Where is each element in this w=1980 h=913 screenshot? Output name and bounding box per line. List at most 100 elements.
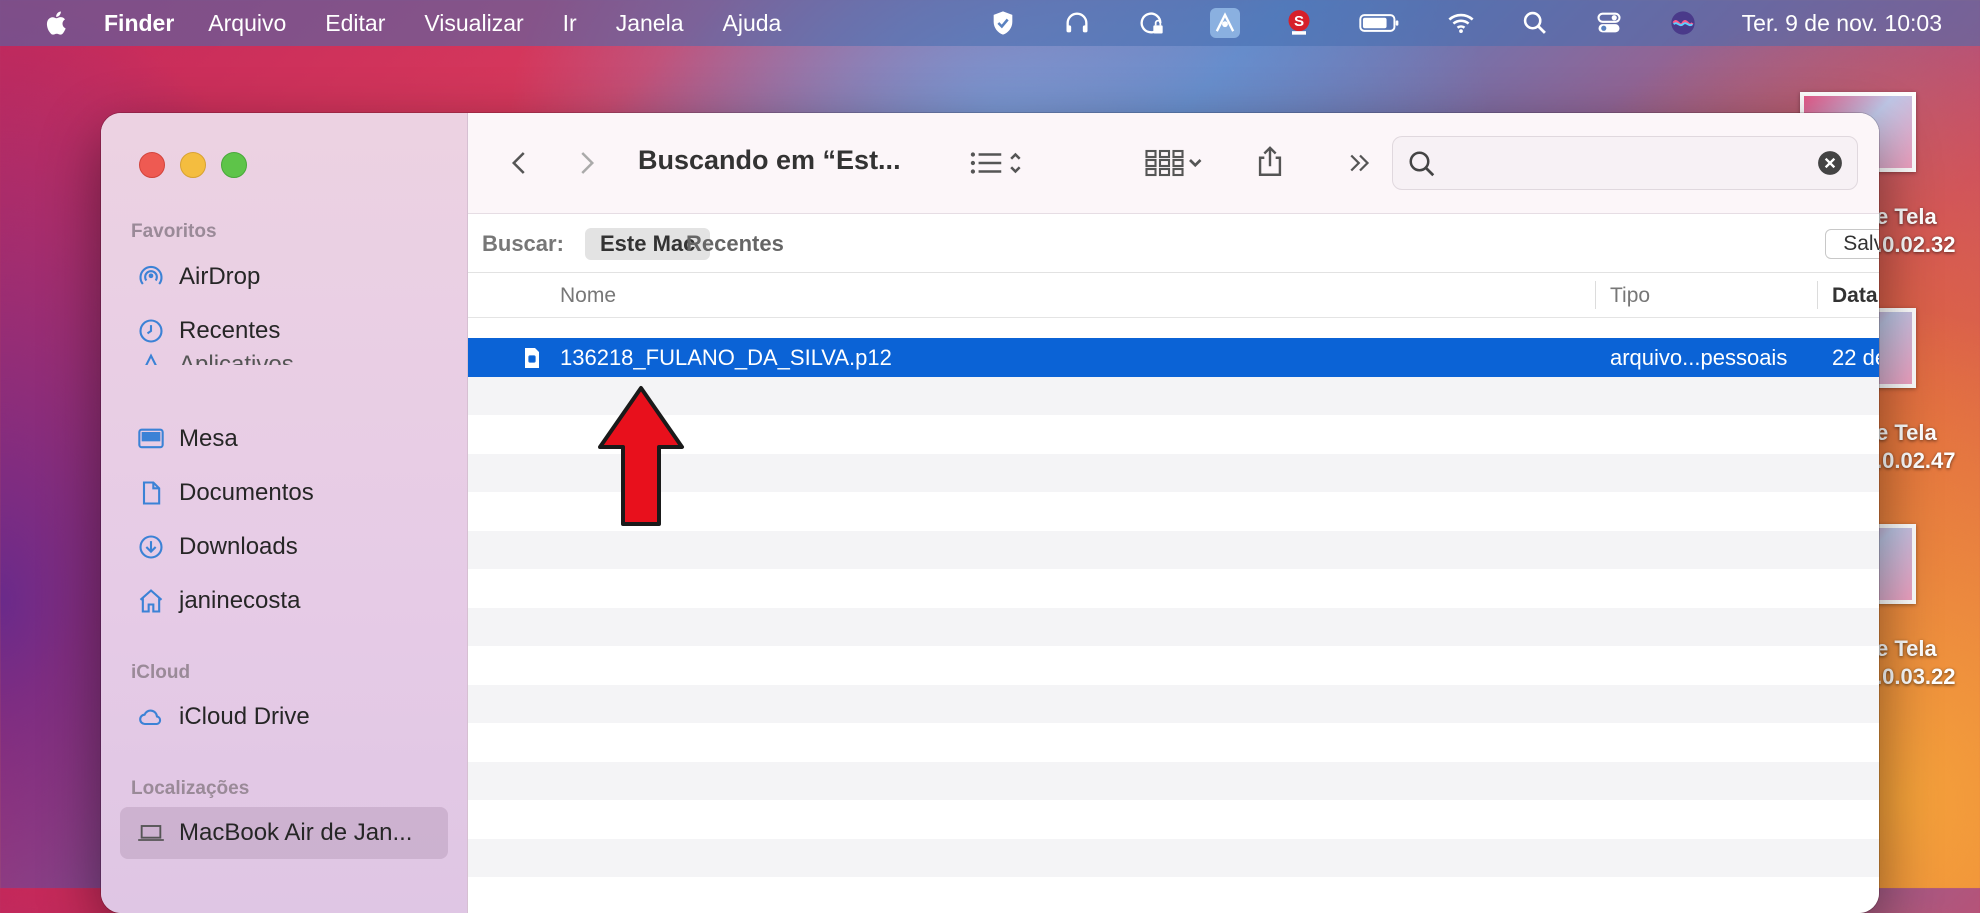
wifi-icon[interactable] <box>1446 8 1476 38</box>
list-view-icon <box>970 152 1021 174</box>
apple-menu-icon[interactable] <box>42 8 72 38</box>
column-header: Nome Tipo Data da Última <box>468 273 1879 318</box>
apps-icon <box>145 353 157 365</box>
cloud-icon <box>139 709 162 726</box>
clear-search-icon[interactable] <box>1817 150 1843 176</box>
list-row-empty <box>468 569 1879 608</box>
menu-editar[interactable]: Editar <box>325 10 385 37</box>
menu-clock[interactable]: Ter. 9 de nov. 10:03 <box>1742 10 1942 37</box>
file-kind: arquivo...pessoais <box>1610 345 1788 370</box>
toolbar: Buscando em “Est... <box>468 113 1879 214</box>
status-area: S Ter. 9 de nov. 10:03 <box>988 0 1980 46</box>
file-date: 22 de outubro <box>1832 345 1879 370</box>
share-icon <box>1258 146 1282 176</box>
sidebar-item-home[interactable]: janinecosta <box>137 581 300 621</box>
home-icon <box>139 589 163 613</box>
airdrop-icon <box>139 265 163 285</box>
sidebar-item-label: MacBook Air de Jan... <box>179 819 413 846</box>
search-icon <box>1409 151 1435 177</box>
menu-arquivo[interactable]: Arquivo <box>208 10 286 37</box>
sidebar-section-favoritos: Favoritos <box>131 221 217 242</box>
sidebar-item-label: Documentos <box>179 479 314 506</box>
column-date-header[interactable]: Data da Última <box>1832 284 1879 308</box>
sidebar-section-icloud: iCloud <box>131 662 191 683</box>
list-row-empty <box>468 723 1879 762</box>
desktop-item-label[interactable]: e Tela .0.03.22 <box>1876 635 1956 691</box>
certificate-file-icon <box>525 348 539 368</box>
sidebar-item-label: Downloads <box>179 533 298 560</box>
spotlight-search-icon[interactable] <box>1520 8 1550 38</box>
sidebar-item-label: Recentes <box>179 317 281 344</box>
window-controls <box>139 152 262 178</box>
download-icon <box>139 535 163 559</box>
column-divider[interactable] <box>1817 281 1818 309</box>
finder-window: Favoritos AirDrop Recentes Aplicativos M… <box>101 113 1879 913</box>
window-title: Buscando em “Est... <box>638 145 901 175</box>
chevron-left-icon <box>511 152 525 174</box>
sidebar-item-label: Mesa <box>179 425 238 452</box>
table-row[interactable]: 136218_FULANO_DA_SILVA.p12 arquivo...pes… <box>468 338 1879 377</box>
list-row-empty <box>468 838 1879 877</box>
group-button[interactable] <box>1140 143 1210 183</box>
more-toolbar-button[interactable] <box>1340 143 1380 183</box>
sidebar-item-icloud-drive[interactable]: iCloud Drive <box>137 697 310 737</box>
sidebar-item-downloads[interactable]: Downloads <box>137 527 298 567</box>
list-row-empty <box>468 800 1879 839</box>
sidebar-item-recentes[interactable]: Recentes <box>137 311 280 351</box>
list-row-empty <box>468 530 1879 569</box>
chevron-right-icon <box>581 152 595 174</box>
laptop-icon <box>138 825 164 841</box>
screenshot-tool-icon[interactable] <box>1209 8 1240 38</box>
column-kind-header[interactable]: Tipo <box>1610 284 1650 308</box>
back-button[interactable] <box>500 143 540 183</box>
close-window-button[interactable] <box>139 152 165 178</box>
menu-app-name[interactable]: Finder <box>104 10 174 37</box>
sidebar-item-airdrop[interactable]: AirDrop <box>137 257 260 297</box>
menu-ir[interactable]: Ir <box>563 10 577 37</box>
list-row-empty <box>468 761 1879 800</box>
menu-janela[interactable]: Janela <box>616 10 684 37</box>
scope-recentes-button[interactable]: Recentes <box>671 228 799 260</box>
desktop-item-label[interactable]: e Tela .0.02.32 <box>1876 203 1956 259</box>
minimize-window-button[interactable] <box>180 152 206 178</box>
headphones-icon[interactable] <box>1062 8 1092 38</box>
scope-label: Buscar: <box>482 231 564 256</box>
sidebar-item-aplicativos[interactable]: Aplicativos <box>137 351 294 365</box>
sidebar-item-macbook[interactable]: MacBook Air de Jan... <box>137 813 412 853</box>
list-row-empty <box>468 607 1879 646</box>
forward-button[interactable] <box>566 143 606 183</box>
sidebar-item-documentos[interactable]: Documentos <box>137 473 314 513</box>
menu-visualizar[interactable]: Visualizar <box>424 10 523 37</box>
view-options-button[interactable] <box>962 143 1032 183</box>
clock-icon <box>139 319 163 343</box>
desktop-item-label[interactable]: e Tela .0.02.47 <box>1876 419 1956 475</box>
save-search-button[interactable]: Salvar <box>1825 229 1879 259</box>
sidebar: Favoritos AirDrop Recentes Aplicativos M… <box>101 113 468 913</box>
shield-check-icon[interactable] <box>988 8 1018 38</box>
sidebar-item-label: iCloud Drive <box>179 703 310 730</box>
s-badge-icon[interactable]: S <box>1284 8 1314 38</box>
sidebar-section-localizacoes: Localizações <box>131 778 250 799</box>
search-input[interactable] <box>1443 137 1817 191</box>
share-button[interactable] <box>1248 139 1292 185</box>
sidebar-item-mesa[interactable]: Mesa <box>137 419 238 459</box>
column-name-header[interactable]: Nome <box>560 284 616 308</box>
search-field[interactable] <box>1392 136 1858 191</box>
siri-icon[interactable] <box>1668 8 1698 38</box>
file-name: 136218_FULANO_DA_SILVA.p12 <box>560 345 892 370</box>
document-icon <box>142 481 161 505</box>
column-divider[interactable] <box>1595 281 1596 309</box>
control-center-icon[interactable] <box>1594 8 1624 38</box>
annotation-arrow-icon <box>598 386 684 526</box>
list-row-empty <box>468 684 1879 723</box>
svg-text:S: S <box>1294 13 1304 30</box>
time-machine-lock-icon[interactable] <box>1136 8 1166 38</box>
grid-group-icon <box>1145 149 1202 177</box>
chevron-double-right-icon <box>1350 154 1370 172</box>
menu-bar: Finder Arquivo Editar Visualizar Ir Jane… <box>0 0 1980 46</box>
sidebar-item-label: janinecosta <box>179 587 301 614</box>
menu-ajuda[interactable]: Ajuda <box>723 10 782 37</box>
battery-icon[interactable] <box>1358 8 1402 38</box>
zoom-window-button[interactable] <box>221 152 247 178</box>
list-row-empty <box>468 877 1879 913</box>
